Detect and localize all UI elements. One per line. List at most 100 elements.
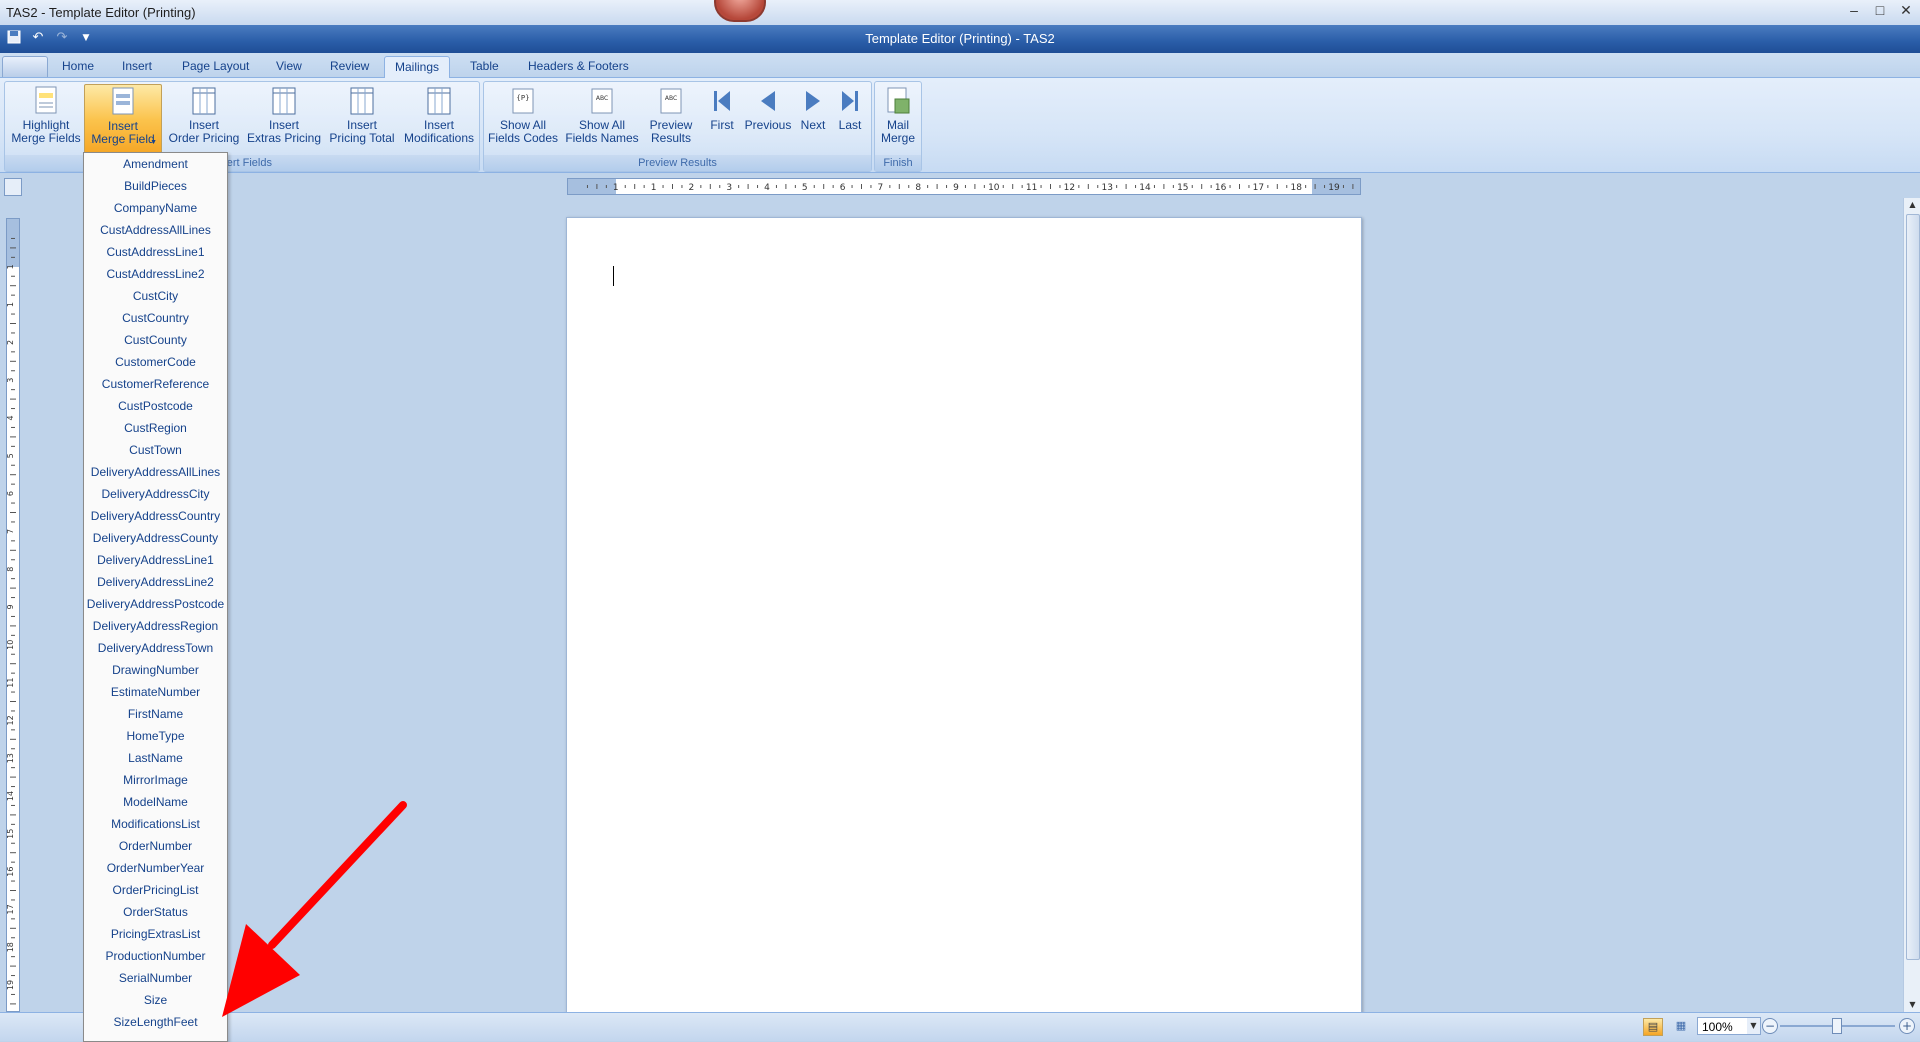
insert-merge-field-button[interactable]: Insert Merge Field ▼: [84, 84, 162, 156]
table-icon: [427, 87, 451, 115]
insert-pricing-total-button[interactable]: Insert Pricing Total: [325, 84, 399, 150]
highlight-fields-icon: [35, 86, 57, 114]
merge-field-item[interactable]: OrderPricingList: [84, 879, 227, 901]
show-all-fields-codes-button[interactable]: {P} Show All Fields Codes: [487, 84, 559, 150]
insert-extras-pricing-button[interactable]: Insert Extras Pricing: [246, 84, 322, 150]
print-layout-view-icon[interactable]: ▤: [1643, 1018, 1663, 1036]
ruler-number: 7: [878, 183, 884, 193]
ruler-number: 10: [7, 640, 15, 650]
zoom-slider-thumb[interactable]: [1832, 1018, 1842, 1034]
application-menu-button[interactable]: [2, 56, 48, 77]
preview-results-button[interactable]: ABC Preview Results: [643, 84, 699, 150]
merge-field-item[interactable]: MirrorImage: [84, 769, 227, 791]
merge-field-item[interactable]: DeliveryAddressLine1: [84, 549, 227, 571]
tab-table[interactable]: Table: [460, 56, 509, 76]
tab-mailings[interactable]: Mailings: [384, 56, 451, 78]
last-record-button[interactable]: Last: [832, 84, 868, 150]
tab-home[interactable]: Home: [52, 56, 104, 76]
insert-order-pricing-button[interactable]: Insert Order Pricing: [166, 84, 242, 150]
merge-field-item[interactable]: EstimateNumber: [84, 681, 227, 703]
merge-field-item[interactable]: DeliveryAddressCounty: [84, 527, 227, 549]
merge-field-item[interactable]: FirstName: [84, 703, 227, 725]
merge-field-item[interactable]: ModificationsList: [84, 813, 227, 835]
merge-field-item[interactable]: HomeType: [84, 725, 227, 747]
merge-field-item[interactable]: SizeLengthFeet: [84, 1011, 227, 1033]
merge-field-item[interactable]: CustAddressLine2: [84, 263, 227, 285]
first-record-button[interactable]: First: [702, 84, 742, 150]
document-page[interactable]: [566, 217, 1362, 1014]
merge-field-item[interactable]: CustAddressLine1: [84, 241, 227, 263]
dropdown-arrow-icon: ▼: [150, 139, 157, 146]
merge-field-item[interactable]: Amendment: [84, 153, 227, 175]
ruler-number: 14: [7, 791, 15, 801]
mail-merge-button[interactable]: Mail Merge: [877, 84, 919, 150]
highlight-merge-fields-button[interactable]: Highlight Merge Fields: [8, 84, 84, 150]
next-record-button[interactable]: Next: [795, 84, 831, 150]
merge-field-item[interactable]: DeliveryAddressRegion: [84, 615, 227, 637]
merge-field-item[interactable]: DeliveryAddressCountry: [84, 505, 227, 527]
merge-field-item[interactable]: DeliveryAddressLine2: [84, 571, 227, 593]
zoom-in-icon[interactable]: +: [1899, 1018, 1915, 1034]
first-record-icon: [714, 91, 730, 111]
merge-field-item[interactable]: OrderNumberYear: [84, 857, 227, 879]
show-all-fields-names-button[interactable]: ABC Show All Fields Names: [562, 84, 642, 150]
merge-field-item[interactable]: CustCountry: [84, 307, 227, 329]
vertical-scrollbar[interactable]: ▲ ▼: [1903, 198, 1920, 1012]
maximize-button[interactable]: □: [1872, 2, 1888, 19]
merge-field-item[interactable]: OrderNumber: [84, 835, 227, 857]
merge-field-item[interactable]: CustomerCode: [84, 351, 227, 373]
draft-view-icon[interactable]: ▦: [1672, 1018, 1690, 1034]
merge-field-item[interactable]: CustAddressAllLines: [84, 219, 227, 241]
ruler-number: 1: [7, 264, 15, 269]
merge-field-item[interactable]: CustCounty: [84, 329, 227, 351]
ruler-number: 15: [7, 829, 15, 839]
insert-fields-group-label: Insert Fields: [5, 155, 479, 171]
merge-field-item[interactable]: DeliveryAddressAllLines: [84, 461, 227, 483]
merge-field-item[interactable]: ProductionNumber: [84, 945, 227, 967]
merge-field-item[interactable]: CustomerReference: [84, 373, 227, 395]
ruler-toggle-button[interactable]: [4, 178, 22, 196]
zoom-dropdown-icon[interactable]: ▼: [1747, 1018, 1760, 1034]
merge-field-item[interactable]: DrawingNumber: [84, 659, 227, 681]
svg-text:{P}: {P}: [516, 94, 529, 102]
scroll-down-icon[interactable]: ▼: [1904, 998, 1920, 1012]
ruler-number: 1: [7, 302, 15, 307]
merge-field-item[interactable]: CustCity: [84, 285, 227, 307]
merge-field-item[interactable]: OrderStatus: [84, 901, 227, 923]
merge-field-item[interactable]: DeliveryAddressCity: [84, 483, 227, 505]
ruler-number: 19: [1328, 183, 1340, 193]
insert-modifications-button[interactable]: Insert Modifications: [401, 84, 477, 150]
merge-field-item[interactable]: ModelName: [84, 791, 227, 813]
merge-field-item[interactable]: SerialNumber: [84, 967, 227, 989]
app-titlebar: ↶ ↷ ▼ Template Editor (Printing) - TAS2: [0, 25, 1920, 53]
merge-field-item[interactable]: Size: [84, 989, 227, 1011]
scroll-up-icon[interactable]: ▲: [1904, 198, 1920, 212]
table-icon: [192, 87, 216, 115]
merge-field-item[interactable]: CustPostcode: [84, 395, 227, 417]
merge-field-item[interactable]: DeliveryAddressPostcode: [84, 593, 227, 615]
tab-review[interactable]: Review: [320, 56, 379, 76]
previous-record-button[interactable]: Previous: [743, 84, 793, 150]
tab-view[interactable]: View: [266, 56, 312, 76]
merge-field-item[interactable]: CustTown: [84, 439, 227, 461]
tab-page-layout[interactable]: Page Layout: [172, 56, 259, 76]
merge-field-item[interactable]: PricingExtrasList: [84, 923, 227, 945]
tab-insert[interactable]: Insert: [112, 56, 162, 76]
previous-record-label: Previous: [744, 118, 792, 132]
ruler-number: 14: [1139, 183, 1151, 193]
tab-headers-footers[interactable]: Headers & Footers: [518, 56, 639, 76]
minimize-button[interactable]: –: [1846, 2, 1862, 19]
scrollbar-thumb[interactable]: [1906, 214, 1920, 960]
app-title: Template Editor (Printing) - TAS2: [865, 31, 1055, 46]
vertical-ruler[interactable]: 112345678910111213141516171819: [6, 218, 20, 1012]
merge-field-item[interactable]: DeliveryAddressTown: [84, 637, 227, 659]
ruler-number: 3: [7, 378, 15, 383]
zoom-out-icon[interactable]: −: [1762, 1018, 1778, 1034]
horizontal-ruler[interactable]: 1 1 2 3 4 5 6 7 8 9 10 11 12 13 14 15 16 17 18 19: [567, 178, 1361, 195]
merge-field-item[interactable]: CustRegion: [84, 417, 227, 439]
merge-field-item[interactable]: CompanyName: [84, 197, 227, 219]
merge-field-item[interactable]: BuildPieces: [84, 175, 227, 197]
merge-field-item[interactable]: LastName: [84, 747, 227, 769]
close-button[interactable]: ✕: [1898, 2, 1914, 19]
ruler-number: 18: [7, 942, 15, 952]
